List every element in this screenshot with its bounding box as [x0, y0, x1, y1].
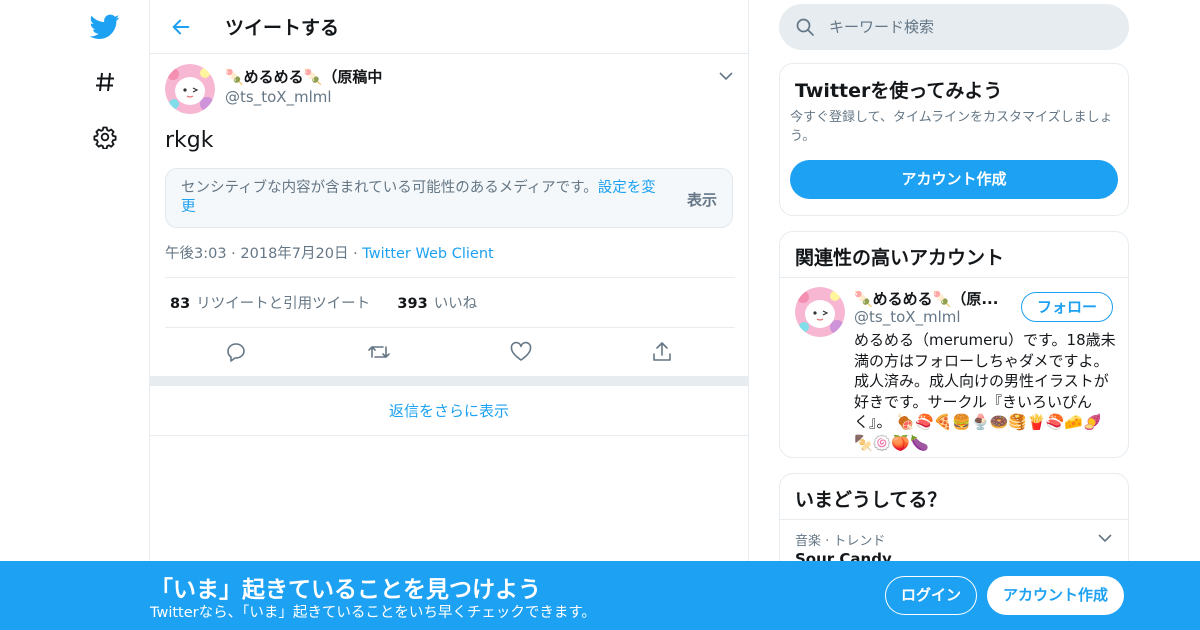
- related-account-bio: めるめる（merumeru）です。18歳未満の方はフォローしちゃダメですよ。成人…: [854, 330, 1116, 453]
- related-accounts-card: 関連性の高いアカウント 🍡めるめる🍡（原... @ts_toX_mlml フォロ…: [779, 231, 1129, 458]
- gear-icon[interactable]: [88, 120, 122, 154]
- like-count: 393: [397, 296, 428, 312]
- author-handle[interactable]: @ts_toX_mlml: [225, 88, 332, 106]
- signup-banner: 「いま」起きていることを見つけよう Twitterなら、「いま」起きていることを…: [0, 561, 1200, 630]
- like-label: いいね: [433, 296, 478, 312]
- related-account-avatar[interactable]: [795, 287, 845, 337]
- follow-button[interactable]: フォロー: [1021, 292, 1113, 322]
- signup-card-subtitle: 今すぐ登録して、タイムラインをカスタマイズしましょう。: [790, 110, 1113, 144]
- reply-icon[interactable]: [225, 340, 249, 364]
- twitter-bird-icon[interactable]: [88, 10, 122, 44]
- sensitive-media-notice: センシティブな内容が含まれている可能性のあるメディアです。設定を変更 表示: [165, 168, 733, 228]
- divider: [165, 277, 735, 278]
- search-input[interactable]: [829, 14, 1109, 40]
- banner-subtitle: Twitterなら、「いま」起きていることをいち早くチェックできます。: [150, 605, 596, 621]
- login-button[interactable]: ログイン: [885, 576, 977, 615]
- meta-separator: ·: [353, 246, 363, 262]
- search-box[interactable]: [779, 4, 1129, 50]
- author-name[interactable]: 🍡めるめる🍡（原稿中: [225, 66, 382, 87]
- section-separator: [150, 376, 748, 386]
- divider: [165, 327, 735, 328]
- trends-title: いまどうしてる？: [795, 489, 947, 511]
- retweet-stat[interactable]: 83 リツイートと引用ツイート: [170, 296, 370, 312]
- signup-card-title: Twitterを使ってみよう: [795, 80, 1003, 102]
- divider: [780, 519, 1128, 520]
- divider: [780, 277, 1128, 278]
- tweet-stats: 83 リツイートと引用ツイート 393 いいね: [170, 292, 477, 313]
- page-title: ツイートする: [225, 17, 340, 39]
- tweet-client[interactable]: Twitter Web Client: [362, 246, 493, 262]
- share-icon[interactable]: [650, 340, 674, 364]
- meta-separator: ·: [231, 246, 241, 262]
- show-media-button[interactable]: 表示: [687, 189, 717, 210]
- create-account-button[interactable]: アカウント作成: [790, 160, 1118, 199]
- trend-category: 音楽 · トレンド: [795, 534, 886, 549]
- banner-title: 「いま」起きていることを見つけよう: [150, 577, 541, 603]
- tweet-column: ツイートする 🍡めるめる🍡（原稿中 @ts_toX_mlml rkgk センシテ…: [149, 0, 749, 630]
- tweet-text: rkgk: [165, 128, 214, 153]
- retweet-label: リツイートと引用ツイート: [196, 296, 371, 312]
- bio-emojis: 🍖🍣🍕🍔🍨🍩🥞🍟🍣🧀🍠🍢🍥🍑🍆: [854, 413, 1102, 452]
- chevron-down-icon[interactable]: [716, 66, 736, 86]
- like-heart-icon[interactable]: [509, 340, 533, 364]
- column-header: ツイートする: [150, 0, 748, 54]
- retweet-icon[interactable]: [367, 340, 391, 364]
- related-account-name[interactable]: 🍡めるめる🍡（原...: [854, 288, 998, 309]
- chevron-down-icon[interactable]: [1095, 528, 1115, 548]
- sensitive-notice-text: センシティブな内容が含まれている可能性のあるメディアです。設定を変更: [181, 179, 661, 217]
- tweet-time[interactable]: 午後3:03: [165, 246, 227, 262]
- author-avatar[interactable]: [165, 64, 215, 114]
- like-stat[interactable]: 393 いいね: [397, 296, 477, 312]
- show-more-replies-link[interactable]: 返信をさらに表示: [150, 386, 748, 436]
- tweet-date[interactable]: 2018年7月20日: [240, 246, 348, 262]
- signup-card: Twitterを使ってみよう 今すぐ登録して、タイムラインをカスタマイズしましょ…: [779, 63, 1129, 216]
- related-accounts-title: 関連性の高いアカウント: [795, 247, 1005, 269]
- page: ツイートする 🍡めるめる🍡（原稿中 @ts_toX_mlml rkgk センシテ…: [0, 0, 1200, 630]
- search-icon: [795, 17, 815, 37]
- sensitive-message: センシティブな内容が含まれている可能性のあるメディアです。: [181, 180, 598, 196]
- back-arrow-icon[interactable]: [166, 12, 196, 42]
- retweet-count: 83: [170, 296, 191, 312]
- related-account-handle[interactable]: @ts_toX_mlml: [854, 308, 961, 326]
- banner-signup-button[interactable]: アカウント作成: [987, 576, 1124, 615]
- tweet-meta: 午後3:03 · 2018年7月20日 · Twitter Web Client: [165, 242, 494, 263]
- hashtag-icon[interactable]: [88, 65, 122, 99]
